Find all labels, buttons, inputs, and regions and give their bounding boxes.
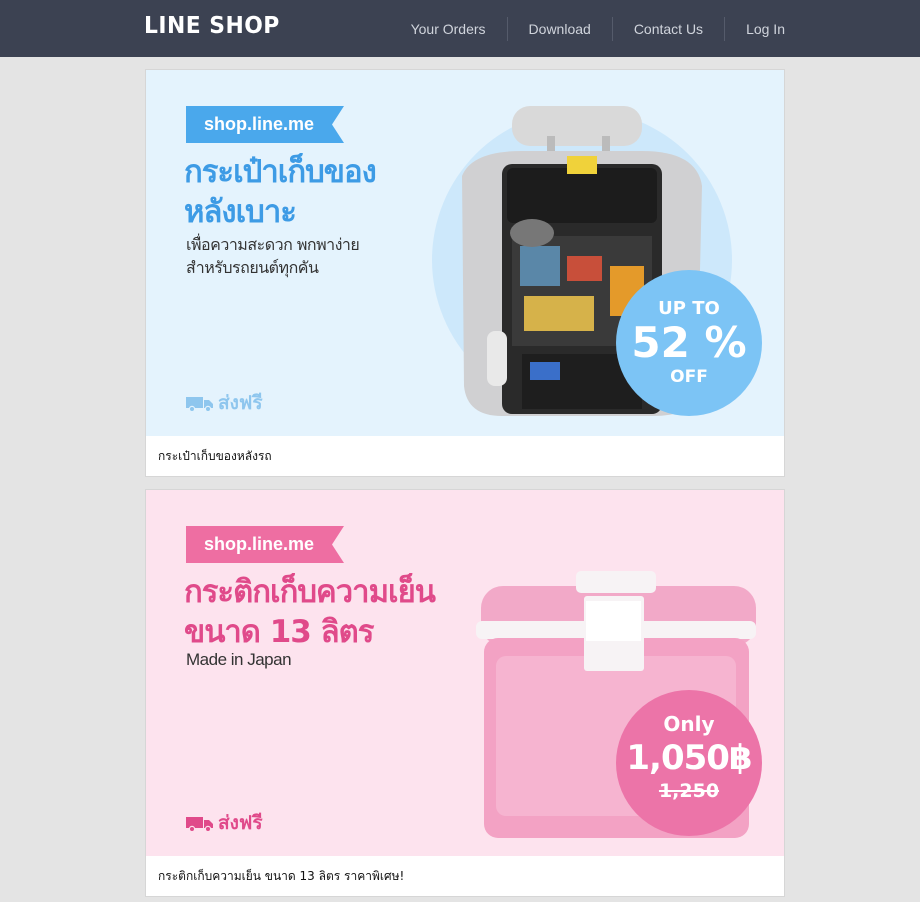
headline-line-1: กระติกเก็บความเย็น [184,574,436,610]
line-shop-logo[interactable]: LINE SHOP [144,13,280,39]
nav-contact-us[interactable]: Contact Us [611,16,724,41]
subtitle-line-1: Made in Japan [186,650,292,669]
truck-icon [186,397,213,412]
badge-discount-value: 52 % [631,318,747,367]
free-shipping-label: ส่งฟรี [186,808,263,838]
banner-subtitle: เพื่อความสะดวก พกพาง่าย สำหรับรถยนต์ทุกค… [186,233,360,279]
product-caption[interactable]: กระติกเก็บความเย็น ขนาด 13 ลิตร ราคาพิเศ… [146,856,784,896]
product-card[interactable]: shop.line.me กระเป๋าเก็บของ หลังเบาะ เพื… [145,69,785,477]
badge-bottom-text: OFF [670,367,708,387]
nav-your-orders[interactable]: Your Orders [390,17,507,41]
product-caption[interactable]: กระเป๋าเก็บของหลังรถ [146,436,784,476]
banner-subtitle: Made in Japan [186,648,292,671]
badge-sale-price: 1,050฿ [626,738,752,778]
free-shipping-label: ส่งฟรี [186,388,263,418]
product-banner[interactable]: shop.line.me กระเป๋าเก็บของ หลังเบาะ เพื… [146,70,784,436]
badge-original-price: 1,250 [658,780,720,802]
main-nav: Your Orders Download Contact Us Log In [390,0,785,57]
banner-headline: กระติกเก็บความเย็น ขนาด 13 ลิตร [184,572,436,652]
free-shipping-text: ส่งฟรี [218,392,263,414]
subtitle-line-2: สำหรับรถยนต์ทุกคัน [186,258,319,277]
price-badge: Only 1,050฿ 1,250 [616,690,762,836]
top-navigation-bar: LINE SHOP Your Orders Download Contact U… [0,0,920,57]
nav-download[interactable]: Download [506,16,612,41]
nav-log-in[interactable]: Log In [724,16,785,41]
banner-headline: กระเป๋าเก็บของ หลังเบาะ [184,152,377,232]
shop-tag-label: shop.line.me [204,534,315,554]
headline-line-2: หลังเบาะ [184,194,297,230]
badge-top-text: Only [663,712,715,736]
shop-tag: shop.line.me [186,106,344,143]
shop-tag-label: shop.line.me [204,114,315,134]
free-shipping-text: ส่งฟรี [218,812,263,834]
shop-tag: shop.line.me [186,526,344,563]
product-banner[interactable]: shop.line.me กระติกเก็บความเย็น ขนาด 13 … [146,490,784,856]
truck-icon [186,817,213,832]
discount-badge: UP TO 52 % OFF [616,270,762,416]
subtitle-line-1: เพื่อความสะดวก พกพาง่าย [186,235,360,254]
product-card[interactable]: shop.line.me กระติกเก็บความเย็น ขนาด 13 … [145,489,785,897]
headline-line-2: ขนาด 13 ลิตร [184,614,374,650]
badge-top-text: UP TO [658,298,720,319]
headline-line-1: กระเป๋าเก็บของ [184,154,377,190]
